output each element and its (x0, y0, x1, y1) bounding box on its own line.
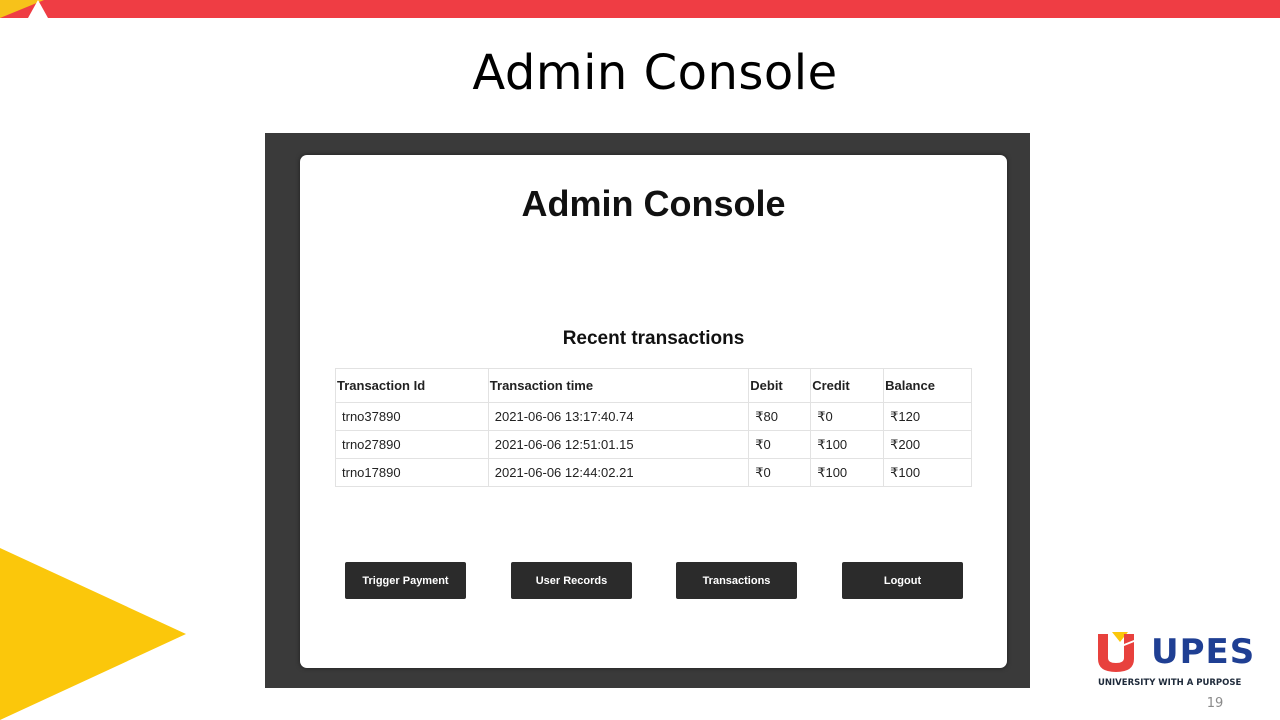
upes-logo: UPES UNIVERSITY WITH A PURPOSE (1098, 630, 1254, 690)
table-cell: trno37890 (335, 402, 489, 431)
logo-wordmark: UPES (1151, 632, 1256, 672)
slide-title: Admin Console (472, 45, 838, 101)
table-row: trno37890 2021-06-06 13:17:40.74 ₹80 ₹0 … (335, 402, 972, 431)
table-cell: ₹120 (883, 402, 972, 431)
page-number: 19 (1206, 696, 1224, 711)
slide: Admin Console Admin Console Recent trans… (0, 0, 1280, 720)
recent-transactions-heading: Recent transactions (562, 328, 745, 349)
table-cell: 2021-06-06 12:44:02.21 (487, 458, 750, 487)
logout-button[interactable]: Logout (842, 562, 963, 599)
table-cell: ₹200 (883, 430, 972, 459)
table-cell: 2021-06-06 12:51:01.15 (487, 430, 750, 459)
column-header: Balance (883, 368, 972, 403)
table-cell: ₹80 (748, 402, 812, 431)
column-header: Credit (810, 368, 885, 403)
top-accent-bar (0, 0, 1280, 18)
console-screenshot: Admin Console Recent transactions Transa… (265, 133, 1030, 688)
yellow-triangle-decoration (0, 548, 186, 720)
table-cell: ₹100 (810, 458, 885, 487)
table-row: trno27890 2021-06-06 12:51:01.15 ₹0 ₹100… (335, 430, 972, 459)
trigger-payment-button[interactable]: Trigger Payment (345, 562, 466, 599)
column-header: Transaction time (487, 368, 750, 403)
column-header: Debit (748, 368, 812, 403)
table-cell: ₹100 (883, 458, 972, 487)
console-title: Admin Console (521, 183, 786, 224)
column-header: Transaction Id (335, 368, 489, 403)
table-cell: 2021-06-06 13:17:40.74 (487, 402, 750, 431)
table-cell: trno27890 (335, 430, 489, 459)
table-cell: ₹0 (748, 430, 812, 459)
table-cell: ₹0 (748, 458, 812, 487)
action-buttons: Trigger Payment User Records Transaction… (345, 562, 963, 599)
upes-logo-mark-icon (1098, 632, 1134, 672)
admin-console-panel: Admin Console Recent transactions Transa… (300, 155, 1007, 668)
logo-tagline: UNIVERSITY WITH A PURPOSE (1098, 678, 1242, 688)
table-cell: ₹0 (810, 402, 885, 431)
top-white-notch (28, 0, 48, 18)
table-header-row: Transaction Id Transaction time Debit Cr… (335, 368, 972, 403)
table-cell: ₹100 (810, 430, 885, 459)
table-cell: trno17890 (335, 458, 489, 487)
transactions-table: Transaction Id Transaction time Debit Cr… (335, 368, 972, 487)
table-row: trno17890 2021-06-06 12:44:02.21 ₹0 ₹100… (335, 458, 972, 487)
user-records-button[interactable]: User Records (511, 562, 632, 599)
transactions-button[interactable]: Transactions (676, 562, 797, 599)
